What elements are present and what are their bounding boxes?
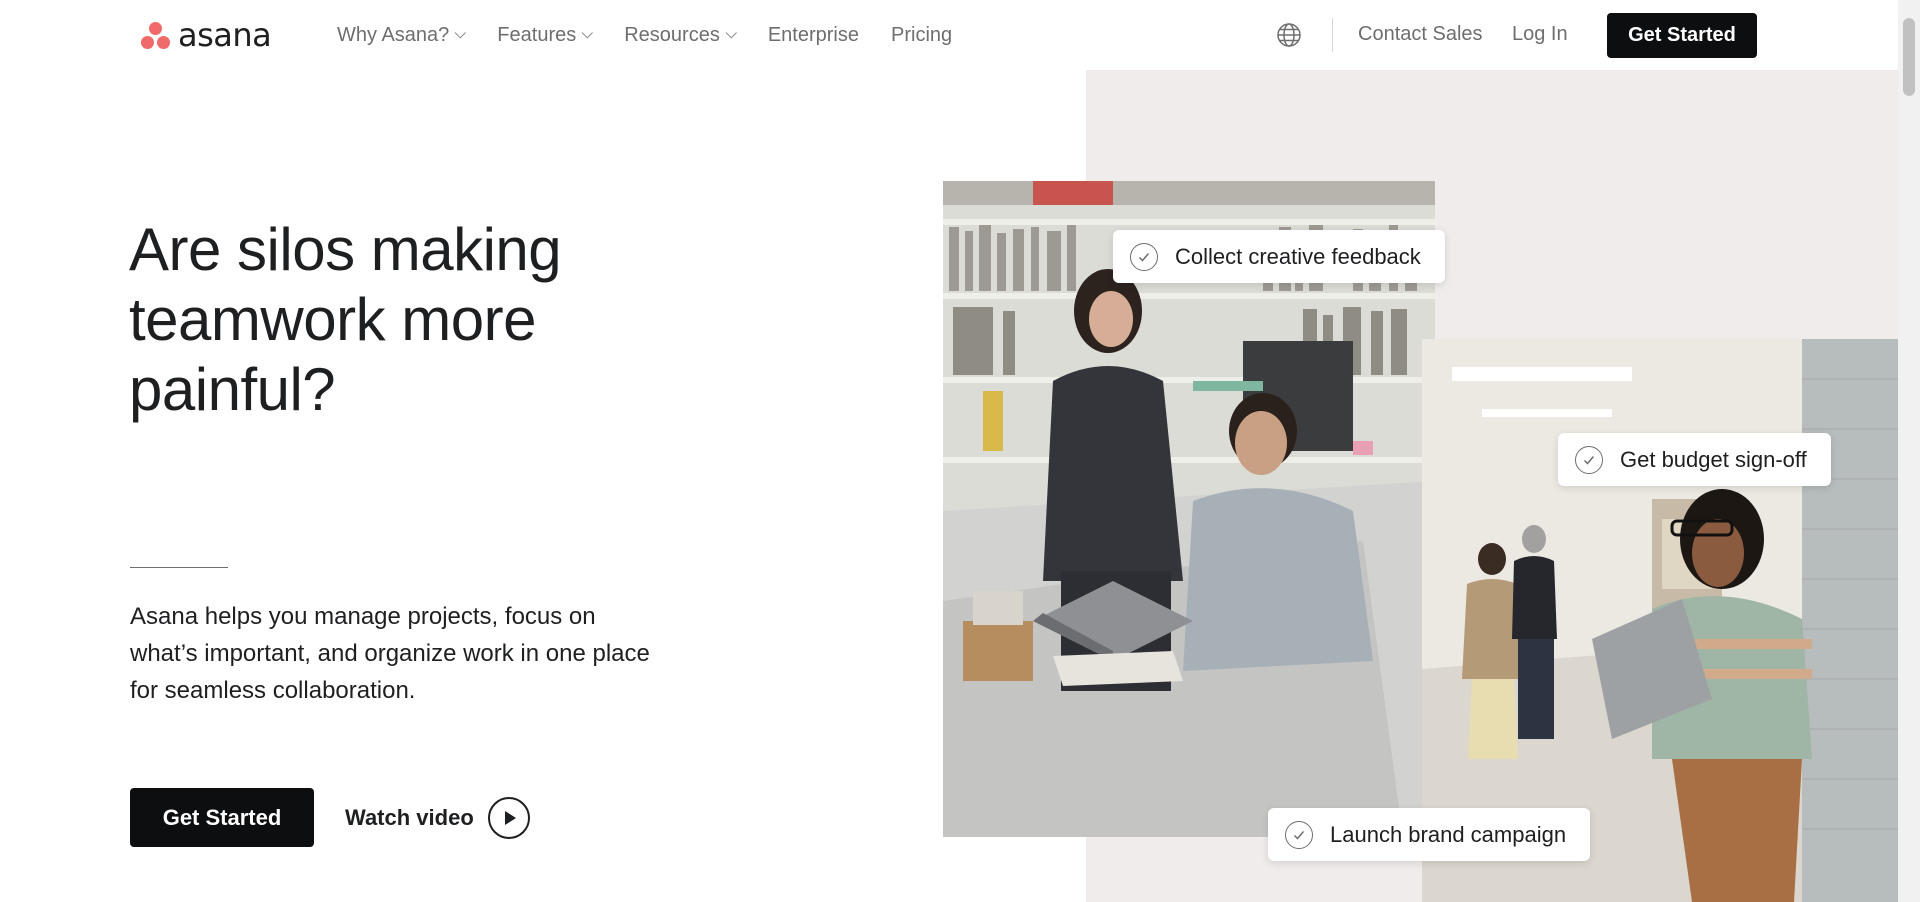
hero-divider [130, 567, 228, 568]
scrollbar-thumb[interactable] [1903, 18, 1915, 96]
nav-why-asana[interactable]: Why Asana? [337, 23, 467, 47]
headline-line: Are silos making [129, 216, 562, 283]
nav-features[interactable]: Features [497, 23, 594, 47]
watch-video-button[interactable]: Watch video [345, 797, 530, 839]
task-card-budget-signoff: Get budget sign-off [1558, 433, 1831, 486]
nav-pricing-label: Pricing [891, 23, 953, 46]
task-card-creative-feedback: Collect creative feedback [1113, 230, 1445, 283]
nav-pricing[interactable]: Pricing [891, 24, 952, 47]
nav-enterprise-label: Enterprise [767, 23, 859, 46]
asana-logo[interactable]: asana [141, 16, 272, 54]
check-circle-icon [1130, 242, 1158, 271]
nav-resources[interactable]: Resources [624, 23, 737, 47]
chevron-down-icon [454, 27, 467, 39]
headline-line: teamwork more [129, 286, 536, 353]
nav-links: Why Asana? Features Resources Enterprise… [337, 0, 952, 70]
top-nav: asana Why Asana? Features Resources Ente… [0, 0, 1898, 70]
nav-resources-label: Resources [624, 23, 720, 46]
watch-video-label: Watch video [345, 805, 474, 830]
chevron-down-icon [725, 27, 737, 39]
log-in-link[interactable]: Log In [1512, 23, 1568, 46]
hero-headline: Are silos making teamwork more painful? [129, 215, 689, 425]
check-circle-icon [1575, 445, 1603, 474]
nav-get-started-button[interactable]: Get Started [1607, 13, 1757, 58]
task-card-brand-campaign: Launch brand campaign [1268, 808, 1591, 861]
nav-why-asana-label: Why Asana? [337, 23, 450, 46]
task-card-label: Collect creative feedback [1175, 243, 1421, 269]
page-scrollbar[interactable] [1898, 0, 1920, 902]
play-icon [487, 797, 530, 839]
check-circle-icon [1285, 820, 1313, 849]
nav-divider [1332, 18, 1333, 52]
task-card-label: Get budget sign-off [1620, 446, 1807, 472]
logo-wordmark: asana [178, 16, 272, 54]
task-card-label: Launch brand campaign [1330, 821, 1567, 847]
globe-icon[interactable] [1276, 22, 1302, 48]
nav-enterprise[interactable]: Enterprise [768, 24, 859, 47]
hero-get-started-button[interactable]: Get Started [130, 788, 314, 847]
contact-sales-link[interactable]: Contact Sales [1358, 23, 1483, 46]
chevron-down-icon [581, 27, 594, 39]
nav-features-label: Features [497, 23, 577, 46]
hero-subtext: Asana helps you manage projects, focus o… [130, 603, 650, 704]
asana-logo-icon [141, 20, 171, 50]
headline-line: painful? [129, 356, 336, 423]
